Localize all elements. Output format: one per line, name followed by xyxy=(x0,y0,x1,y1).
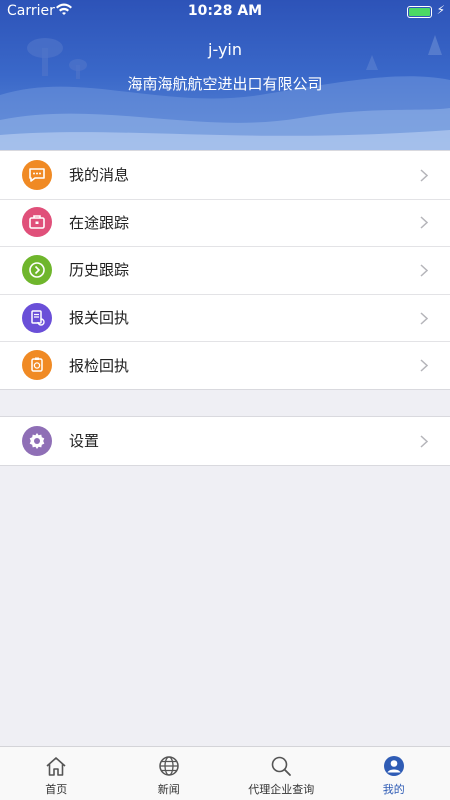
document-receipt-icon xyxy=(22,302,52,333)
clock: 10:28 AM xyxy=(187,3,263,19)
profile-header: Carrier 10:28 AM ⚡ j-yin 海南海航航空进出口有限公司 xyxy=(0,0,450,150)
menu-item-history[interactable]: 历史跟踪 xyxy=(0,246,450,294)
message-icon xyxy=(22,159,52,190)
tab-news[interactable]: 新闻 xyxy=(113,747,226,800)
menu-item-in-transit[interactable]: 在途跟踪 xyxy=(0,198,450,247)
menu-item-label: 历史跟踪 xyxy=(69,261,130,280)
tab-label: 我的 xyxy=(382,783,405,796)
menu-item-label: 设置 xyxy=(69,432,100,451)
menu-item-inspection-receipt[interactable]: 报检回执 xyxy=(0,341,450,389)
chevron-right-icon xyxy=(420,359,428,372)
home-icon xyxy=(46,757,66,776)
tab-mine[interactable]: 我的 xyxy=(338,747,450,800)
menu-item-settings[interactable]: 设置 xyxy=(0,417,450,465)
battery-icon xyxy=(407,6,432,18)
gear-icon xyxy=(22,425,52,456)
chevron-right-icon xyxy=(420,435,428,448)
tab-home[interactable]: 首页 xyxy=(0,747,113,800)
username: j-yin xyxy=(208,40,242,59)
tab-label: 代理企业查询 xyxy=(248,783,315,796)
menu-item-label: 我的消息 xyxy=(69,166,130,185)
inspection-stamp-icon xyxy=(22,350,52,381)
chevron-right-icon xyxy=(420,312,428,325)
tab-agent-search[interactable]: 代理企业查询 xyxy=(225,747,338,800)
tab-label: 新闻 xyxy=(157,783,180,796)
tab-bar: 首页 新闻 代理企业查询 我的 xyxy=(0,746,450,800)
settings-group: 设置 xyxy=(0,416,450,466)
menu-item-label: 报检回执 xyxy=(69,356,130,375)
menu-list: 我的消息 在途跟踪 历史跟踪 报关回执 报检回执 xyxy=(0,150,450,390)
history-arrow-icon xyxy=(22,254,52,285)
charging-icon: ⚡ xyxy=(436,3,445,17)
status-bar: Carrier 10:28 AM ⚡ xyxy=(0,0,450,24)
chevron-right-icon xyxy=(420,264,428,277)
chevron-right-icon xyxy=(420,216,428,229)
menu-item-label: 报关回执 xyxy=(69,309,130,328)
chevron-right-icon xyxy=(420,169,428,182)
company-name: 海南海航航空进出口有限公司 xyxy=(127,75,323,93)
menu-item-label: 在途跟踪 xyxy=(69,213,130,232)
user-icon xyxy=(383,756,404,776)
globe-icon xyxy=(159,756,179,776)
search-icon xyxy=(271,756,292,776)
briefcase-icon xyxy=(22,207,52,238)
tab-label: 首页 xyxy=(45,783,68,796)
menu-item-messages[interactable]: 我的消息 xyxy=(0,151,450,199)
menu-item-customs-receipt[interactable]: 报关回执 xyxy=(0,293,450,342)
